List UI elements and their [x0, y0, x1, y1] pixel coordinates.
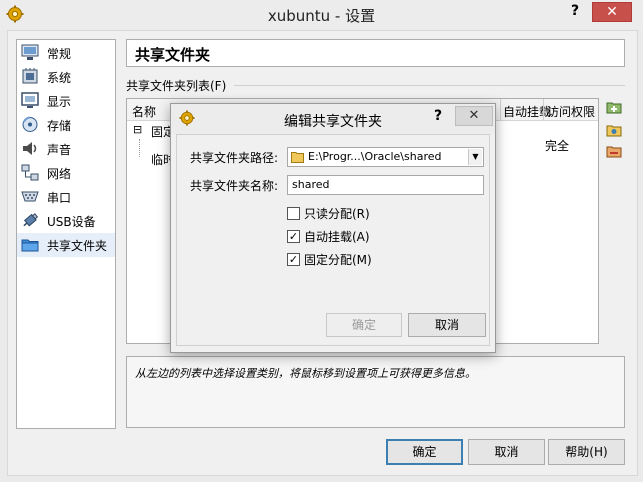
- dialog-ok-button[interactable]: 确定: [326, 313, 402, 337]
- settings-info-text: 从左边的列表中选择设置类别，将鼠标移到设置项上可获得更多信息。: [126, 356, 625, 428]
- window-titlebar: xubuntu - 设置 ? ✕: [0, 0, 643, 30]
- sidebar-item-label: 串口: [47, 191, 72, 205]
- read-only-checkbox[interactable]: [287, 207, 300, 220]
- serial-port-icon: [21, 191, 39, 202]
- cancel-button[interactable]: 取消: [468, 439, 545, 465]
- access-value: 完全: [545, 139, 570, 153]
- network-icon: [21, 164, 39, 181]
- folder-path-combobox[interactable]: E:\Progr...\Oracle\shared ▼: [287, 147, 484, 167]
- audio-icon: [23, 142, 37, 155]
- usb-icon: [23, 213, 39, 227]
- tree-expander-icon[interactable]: ⊟: [133, 123, 142, 136]
- dialog-body: 共享文件夹路径: E:\Progr...\Oracle\shared ▼ 共享文…: [176, 134, 490, 346]
- storage-icon: [22, 116, 38, 132]
- window-close-button[interactable]: ✕: [592, 2, 632, 22]
- dialog-cancel-button[interactable]: 取消: [408, 313, 486, 337]
- column-header-access[interactable]: 访问权限: [547, 103, 595, 120]
- general-icon: [21, 44, 39, 60]
- column-separator: [500, 99, 501, 121]
- edit-shared-folder-dialog: 编辑共享文件夹 ? ✕ 共享文件夹路径: E:\Progr...\Oracle\…: [170, 103, 496, 353]
- ok-button[interactable]: 确定: [386, 439, 463, 465]
- sidebar-item-display[interactable]: 显示: [17, 89, 115, 113]
- column-separator: [543, 99, 544, 121]
- dialog-titlebar: 编辑共享文件夹 ? ✕: [171, 104, 495, 134]
- folder-icon: [291, 152, 304, 163]
- section-divider: [234, 85, 625, 86]
- chevron-down-icon[interactable]: ▼: [468, 149, 482, 165]
- dialog-help-button[interactable]: ?: [434, 108, 442, 124]
- sidebar-item-usb[interactable]: USB设备: [17, 209, 115, 233]
- window-help-button[interactable]: ?: [571, 3, 579, 19]
- folder-name-input[interactable]: shared: [287, 175, 484, 195]
- read-only-label[interactable]: 只读分配(R): [304, 205, 370, 222]
- window-title: xubuntu - 设置: [267, 7, 376, 25]
- sidebar-item-label: 存储: [47, 119, 72, 133]
- dialog-title: 编辑共享文件夹: [284, 114, 382, 130]
- sidebar-item-shared-folders[interactable]: 共享文件夹: [17, 233, 115, 257]
- system-icon: [22, 68, 38, 84]
- folder-path-value: E:\Progr...\Oracle\shared: [308, 150, 442, 163]
- sidebar-item-label: USB设备: [47, 215, 96, 229]
- dialog-close-button[interactable]: ✕: [455, 106, 493, 126]
- help-button[interactable]: 帮助(H): [548, 439, 625, 465]
- sidebar-item-label: 声音: [47, 143, 72, 157]
- display-icon: [21, 92, 39, 108]
- sidebar-item-label: 共享文件夹: [47, 239, 108, 253]
- sidebar-item-audio[interactable]: 声音: [17, 137, 115, 161]
- sidebar-item-storage[interactable]: 存储: [17, 113, 115, 137]
- settings-category-list: 常规 系统 显示 存储 声音 网络 串口 USB设备 共享文件夹: [16, 39, 116, 429]
- sidebar-item-network[interactable]: 网络: [17, 161, 115, 185]
- page-title: 共享文件夹: [126, 39, 625, 67]
- shared-folders-list-label: 共享文件夹列表(F): [126, 79, 227, 93]
- make-permanent-checkbox[interactable]: ✓: [287, 253, 300, 266]
- make-permanent-label[interactable]: 固定分配(M): [304, 251, 372, 268]
- auto-mount-checkbox[interactable]: ✓: [287, 230, 300, 243]
- sidebar-item-label: 常规: [47, 47, 72, 61]
- shared-folder-icon: [21, 239, 39, 252]
- edit-shared-folder-icon[interactable]: [606, 123, 622, 137]
- folder-name-label: 共享文件夹名称:: [190, 179, 279, 193]
- sidebar-item-label: 显示: [47, 95, 72, 109]
- sidebar-item-system[interactable]: 系统: [17, 65, 115, 89]
- folder-path-label: 共享文件夹路径:: [190, 151, 279, 165]
- add-shared-folder-icon[interactable]: [606, 100, 622, 114]
- remove-shared-folder-icon[interactable]: [606, 144, 622, 158]
- auto-mount-label[interactable]: 自动挂载(A): [304, 228, 370, 245]
- sidebar-item-label: 网络: [47, 167, 72, 181]
- sidebar-item-label: 系统: [47, 71, 72, 85]
- sidebar-item-serial-port[interactable]: 串口: [17, 185, 115, 209]
- column-header-name[interactable]: 名称: [132, 103, 156, 120]
- sidebar-item-general[interactable]: 常规: [17, 41, 115, 65]
